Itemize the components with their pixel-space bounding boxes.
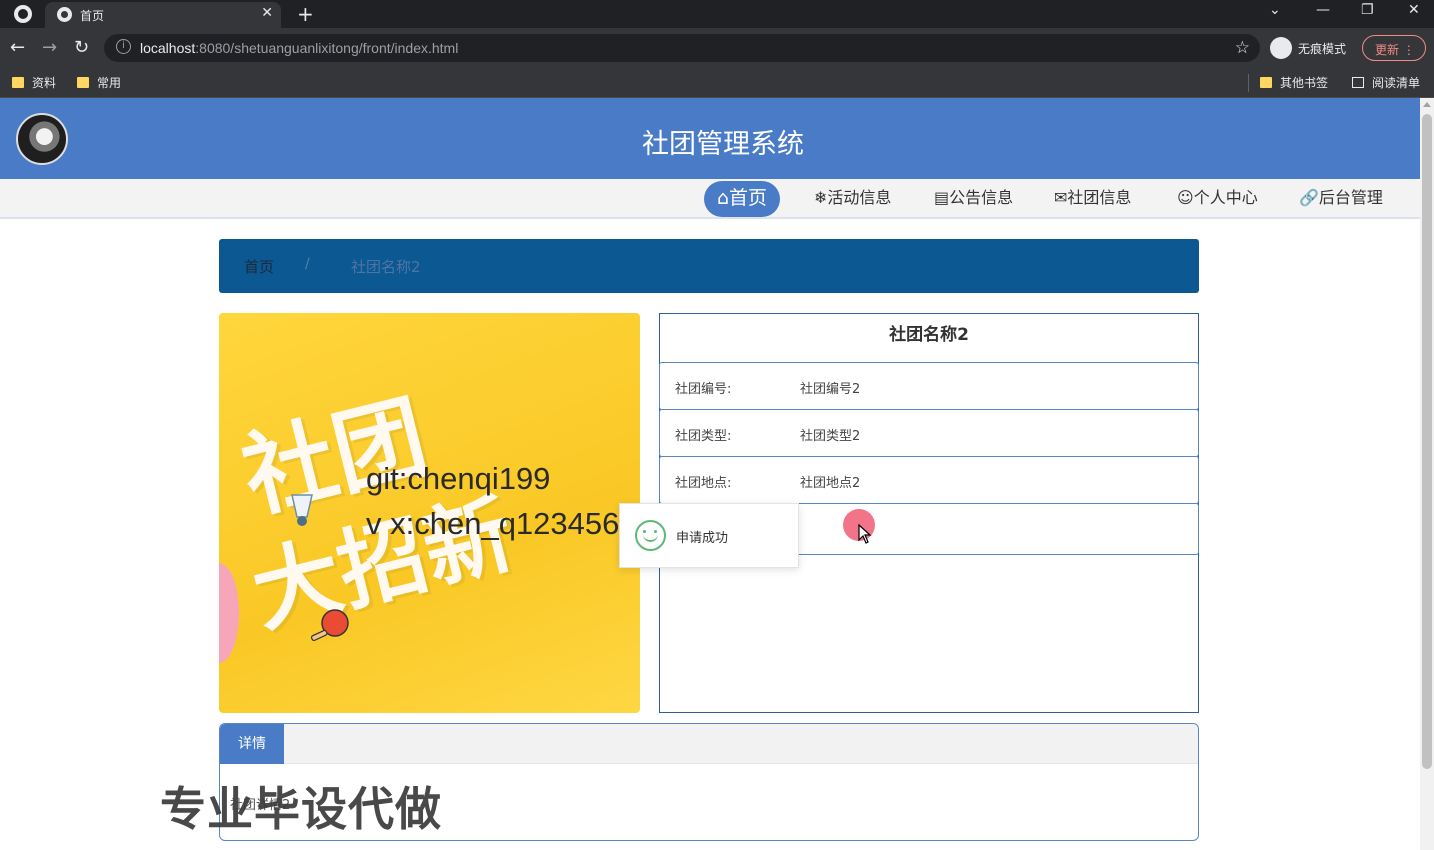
bookmark-label: 常用 <box>97 76 122 90</box>
folder-icon <box>1260 77 1272 88</box>
bookmark-label: 资料 <box>32 76 57 90</box>
url-host: localhost <box>140 40 196 56</box>
page-viewport: 社团管理系统 ⌂首页 ❄活动信息 ▤公告信息 ✉社团信息 ☺个人中心 🔗后台管理… <box>0 98 1434 850</box>
forward-icon[interactable]: → <box>42 37 57 58</box>
link-icon: 🔗 <box>1299 188 1319 207</box>
nav-profile[interactable]: ☺个人中心 <box>1177 187 1258 217</box>
club-name-title: 社团名称2 <box>889 325 969 345</box>
breadcrumb-home[interactable]: 首页 <box>244 256 274 277</box>
info-label: 社团编号: <box>675 382 732 397</box>
watermark-git: git:chenqi199 <box>366 461 551 496</box>
reading-list-label: 阅读清单 <box>1372 76 1421 90</box>
restore-icon[interactable]: ❐ <box>1361 2 1374 18</box>
nav-notices[interactable]: ▤公告信息 <box>934 187 1013 217</box>
site-title: 社团管理系统 <box>642 129 804 160</box>
update-label: 更新 <box>1375 43 1400 57</box>
shuttlecock-icon <box>291 494 313 526</box>
incognito-icon[interactable] <box>1270 37 1292 59</box>
nav-admin[interactable]: 🔗后台管理 <box>1299 187 1383 217</box>
main-nav: ⌂首页 ❄活动信息 ▤公告信息 ✉社团信息 ☺个人中心 🔗后台管理 <box>0 179 1420 219</box>
nav-label: 后台管理 <box>1318 188 1383 207</box>
chrome-menu-icon[interactable] <box>14 5 32 23</box>
nav-label: 个人中心 <box>1193 188 1258 207</box>
more-menu-icon[interactable]: ⋮ <box>1403 43 1415 57</box>
success-toast: 申请成功 <box>619 503 799 568</box>
reading-list[interactable]: 阅读清单 <box>1352 74 1420 91</box>
watermark-overlay: 专业毕设代做 <box>160 782 442 836</box>
back-icon[interactable]: ← <box>10 37 25 58</box>
clipboard-icon: ▤ <box>934 188 950 207</box>
info-value: 社团编号2 <box>800 382 861 397</box>
breadcrumb-separator: / <box>305 256 310 272</box>
site-header: 社团管理系统 <box>0 98 1420 179</box>
scrollbar-thumb[interactable] <box>1422 114 1432 769</box>
info-row-number: 社团编号: 社团编号2 <box>659 362 1199 410</box>
toast-message: 申请成功 <box>676 531 729 546</box>
mail-icon: ✉ <box>1054 188 1068 207</box>
page-scrollbar[interactable] <box>1420 98 1434 850</box>
bookmark-folder-ziliao[interactable]: 资料 <box>12 74 56 91</box>
info-label: 社团类型: <box>675 429 732 444</box>
bookmarks-divider <box>1248 74 1249 92</box>
info-row-type: 社团类型: 社团类型2 <box>659 409 1199 457</box>
reload-icon[interactable]: ↻ <box>74 37 89 58</box>
mouse-pointer-icon <box>858 524 872 544</box>
info-label: 社团地点: <box>675 476 732 491</box>
scroll-up-icon[interactable] <box>1423 102 1431 107</box>
other-bookmarks-label: 其他书签 <box>1280 76 1329 90</box>
tab-search-icon[interactable]: ⌄ <box>1269 2 1281 18</box>
snowflake-icon: ❄ <box>814 188 828 207</box>
folder-icon <box>77 77 89 88</box>
nav-label: 首页 <box>729 187 768 209</box>
other-bookmarks[interactable]: 其他书签 <box>1260 74 1328 91</box>
info-value: 社团地点2 <box>800 476 861 491</box>
address-bar: ← → ↻ i localhost:8080/shetuanguanlixito… <box>0 28 1434 68</box>
poster-decoration <box>219 563 239 663</box>
browser-tab[interactable]: 首页 ✕ <box>45 2 281 28</box>
folder-icon <box>12 77 24 88</box>
url-path: :8080/shetuanguanlixitong/front/index.ht… <box>195 40 459 56</box>
ping-pong-paddle-icon <box>310 609 349 642</box>
bookmark-folder-changyong[interactable]: 常用 <box>77 74 121 91</box>
tab-close-icon[interactable]: ✕ <box>261 5 273 21</box>
info-row-location: 社团地点: 社团地点2 <box>659 456 1199 504</box>
nav-label: 活动信息 <box>827 188 892 207</box>
watermark-wechat: v x:chen_q123456 <box>366 506 620 541</box>
reading-list-icon <box>1352 77 1364 88</box>
home-icon: ⌂ <box>716 187 730 209</box>
url-field[interactable]: i localhost:8080/shetuanguanlixitong/fro… <box>104 34 1260 62</box>
nav-clubs[interactable]: ✉社团信息 <box>1054 187 1131 217</box>
nav-label: 社团信息 <box>1067 188 1132 207</box>
tab-title: 首页 <box>80 9 105 23</box>
bookmark-star-icon[interactable]: ☆ <box>1235 38 1250 58</box>
minimize-icon[interactable]: — <box>1316 2 1330 18</box>
incognito-label: 无痕模式 <box>1298 42 1347 56</box>
nav-activities[interactable]: ❄活动信息 <box>814 187 891 217</box>
breadcrumb-current: 社团名称2 <box>351 258 421 276</box>
smile-icon <box>635 520 666 551</box>
details-tab-bar: 详情 <box>220 724 1198 764</box>
tab-details[interactable]: 详情 <box>220 724 284 764</box>
close-window-icon[interactable]: ✕ <box>1408 2 1420 18</box>
nav-label: 公告信息 <box>949 188 1014 207</box>
site-info-icon[interactable]: i <box>116 39 131 54</box>
info-value: 社团类型2 <box>800 429 861 444</box>
breadcrumb: 首页 / 社团名称2 <box>219 239 1199 293</box>
bookmarks-bar: 资料 常用 其他书签 阅读清单 <box>0 68 1434 98</box>
url-text: localhost:8080/shetuanguanlixitong/front… <box>140 40 458 56</box>
nav-home[interactable]: ⌂首页 <box>704 181 780 217</box>
new-tab-button[interactable]: + <box>297 2 314 26</box>
browser-tab-strip: 首页 ✕ + ⌄ — ❐ ✕ <box>0 0 1434 28</box>
tab-favicon-icon <box>57 7 72 22</box>
user-icon: ☺ <box>1177 188 1194 207</box>
update-button[interactable]: 更新 ⋮ <box>1362 35 1426 61</box>
